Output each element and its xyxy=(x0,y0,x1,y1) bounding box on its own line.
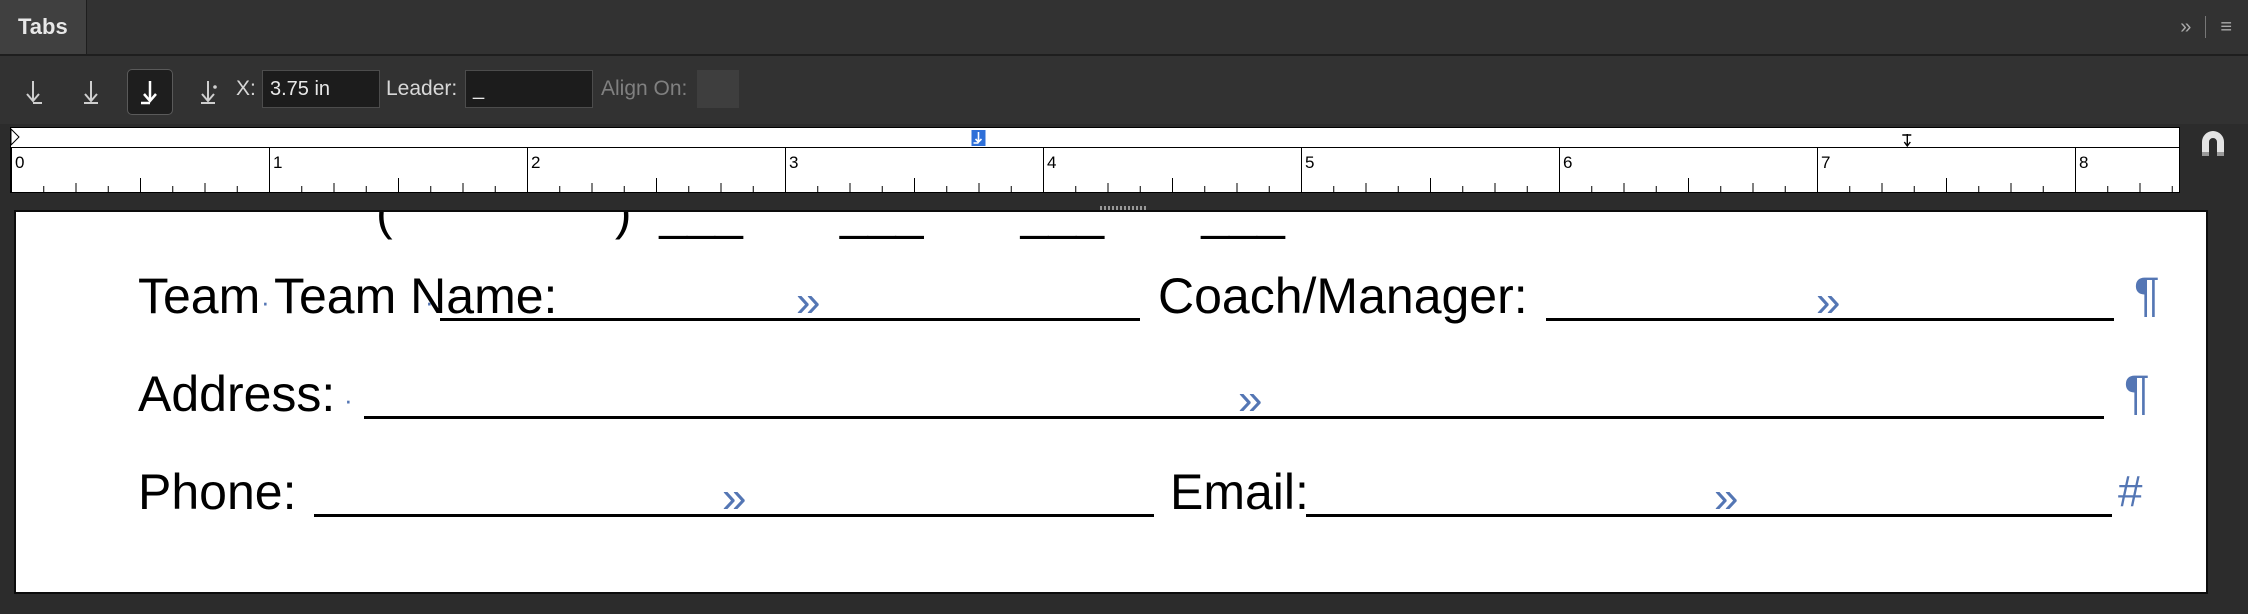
ruler-unit-label: 1 xyxy=(273,153,282,172)
center-justified-tab-icon xyxy=(84,81,98,104)
align-to-decimal-tab-icon xyxy=(201,81,217,104)
form-line-phone-email: Phone: » Email: » # xyxy=(16,462,2206,532)
align-on-label: Align On: xyxy=(601,77,688,100)
pilcrow-mark: ¶ xyxy=(2124,367,2150,420)
x-position-field[interactable]: 3.75 in xyxy=(262,70,380,108)
email-label: Email: xyxy=(1170,464,1309,520)
team-label: Team xyxy=(138,268,261,324)
align-to-decimal-tab-button[interactable] xyxy=(185,69,231,115)
collapse-panel-icon[interactable]: » xyxy=(2180,16,2191,39)
tab-marker: » xyxy=(1816,277,1841,326)
right-justified-tab-icon xyxy=(141,81,157,105)
left-justified-tab-icon xyxy=(26,81,42,104)
ruler-unit-label: 8 xyxy=(2079,153,2088,172)
end-of-story-mark: # xyxy=(2118,467,2143,516)
left-justified-tab-button[interactable] xyxy=(10,69,56,115)
ruler-unit-label: 0 xyxy=(15,153,24,172)
form-line-address: Address: · » ¶ xyxy=(16,364,2206,434)
phone-label: Phone: xyxy=(138,464,297,520)
align-on-field[interactable] xyxy=(697,70,739,108)
address-label: Address: xyxy=(138,366,336,422)
leader-field[interactable]: _ xyxy=(465,70,593,108)
right-justified-tab-button[interactable] xyxy=(127,69,173,115)
clipped-previous-line: ( ) ___ ___ ___ ___ xyxy=(376,210,1285,240)
tabs-toolbar: X: 3.75 in Leader: _ Align On: xyxy=(0,56,2248,124)
ruler-unit-label: 7 xyxy=(1821,153,1830,172)
space-marker: · xyxy=(344,385,353,415)
leader-label: Leader: xyxy=(386,77,458,100)
ruler-unit-label: 4 xyxy=(1047,153,1056,172)
position-panel-above-frame-icon[interactable] xyxy=(2196,128,2230,160)
center-justified-tab-button[interactable] xyxy=(68,69,114,115)
tab-marker: » xyxy=(796,277,821,326)
ruler-unit-label: 2 xyxy=(531,153,540,172)
tab-ruler[interactable]: 0 1 2 3 4 5 6 7 8 xyxy=(10,127,2180,193)
ruler-unit-label: 6 xyxy=(1563,153,1572,172)
tab-tabs[interactable]: Tabs xyxy=(0,0,87,54)
panel-controls: » ≡ xyxy=(2180,0,2248,54)
coach-manager-label: Coach/Manager: xyxy=(1158,268,1528,324)
space-marker: · xyxy=(425,287,434,317)
ruler-unit-label: 3 xyxy=(789,153,798,172)
x-label: X: xyxy=(236,77,256,100)
ruler-unit-label: 5 xyxy=(1305,153,1314,172)
divider xyxy=(2205,16,2207,38)
team-name-blank[interactable] xyxy=(440,318,1140,321)
panel-header: Tabs » ≡ xyxy=(0,0,2248,56)
ruler-scale: 0 1 2 3 4 5 6 7 8 xyxy=(11,128,2173,192)
tab-marker: » xyxy=(722,473,747,522)
document-text-frame[interactable]: ( ) ___ ___ ___ ___ Team · Team Name: · … xyxy=(14,210,2208,594)
panel-menu-icon[interactable]: ≡ xyxy=(2220,16,2232,39)
space-marker: · xyxy=(261,287,270,317)
tab-marker: » xyxy=(1238,375,1263,424)
team-name-label: Team Name: xyxy=(274,268,558,324)
form-line-team: Team · Team Name: · » Coach/Manager: » ¶ xyxy=(16,266,2206,336)
tab-stop-marker-icon xyxy=(1902,134,1912,148)
pilcrow-mark: ¶ xyxy=(2134,269,2160,322)
left-indent-marker-icon xyxy=(11,128,20,146)
address-blank[interactable] xyxy=(364,416,2104,419)
tab-marker: » xyxy=(1714,473,1739,522)
email-blank[interactable] xyxy=(1306,514,2112,517)
